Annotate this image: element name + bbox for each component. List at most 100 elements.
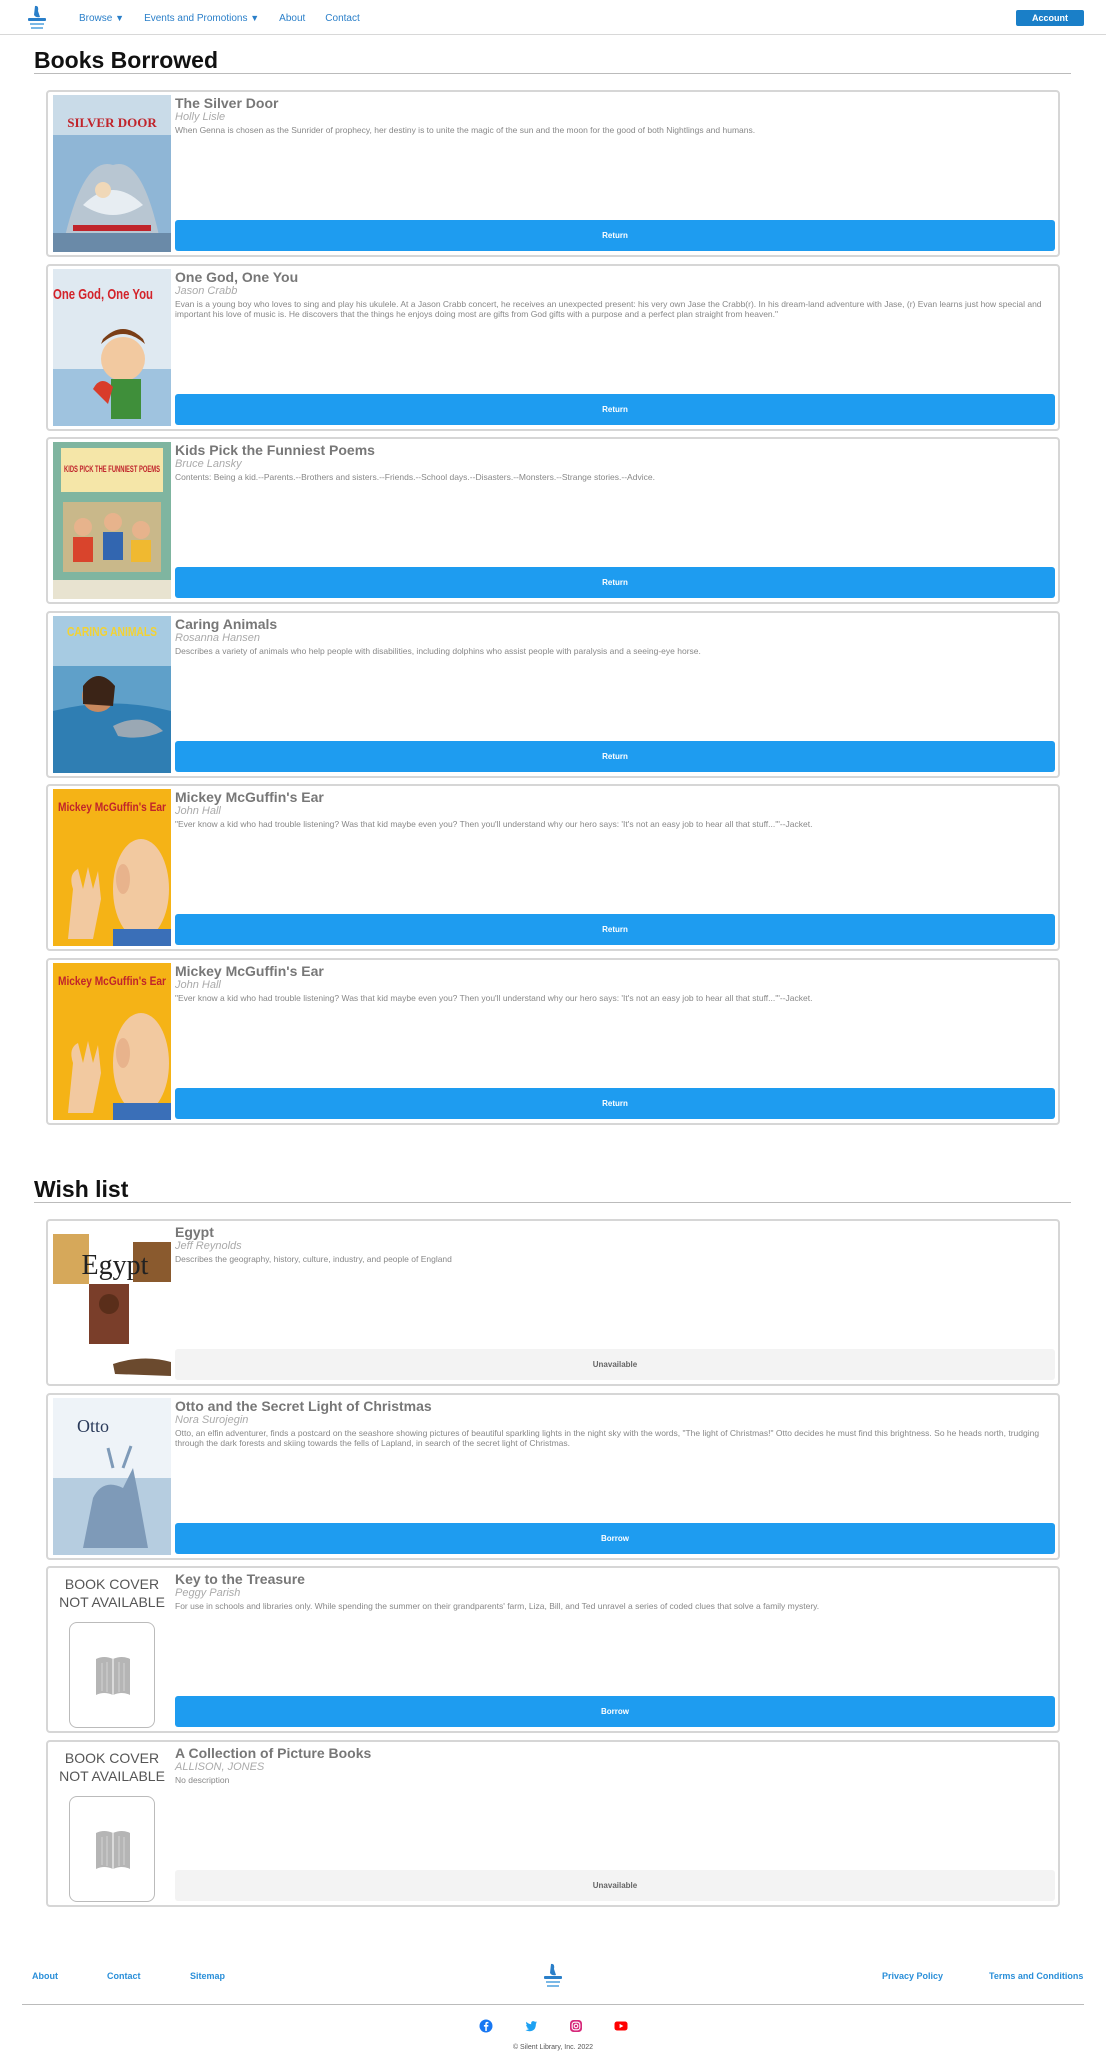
- book-description: Otto, an elfin adventurer, finds a postc…: [175, 1428, 1040, 1448]
- chevron-down-icon: ▼: [250, 13, 260, 23]
- cover-title-text: One God, One You: [53, 286, 153, 303]
- book-icon: [96, 1831, 130, 1869]
- cover-title-text: Otto: [77, 1416, 109, 1436]
- top-nav: Browse ▼ Events and Promotions ▼ About C…: [0, 0, 1106, 35]
- nav-about[interactable]: About: [279, 13, 305, 24]
- footer-sitemap-link[interactable]: Sitemap: [190, 1971, 225, 1981]
- book-title[interactable]: A Collection of Picture Books: [175, 1745, 1055, 1761]
- facebook-icon[interactable]: [479, 2019, 493, 2033]
- book-title[interactable]: Mickey McGuffin's Ear: [175, 789, 1055, 805]
- account-button[interactable]: Account: [1016, 10, 1084, 26]
- return-button[interactable]: Return: [175, 567, 1055, 598]
- borrowed-title: Books Borrowed: [34, 47, 219, 73]
- wishlist-book-card: BOOK COVER NOT AVAILABLE A Collection of…: [46, 1740, 1060, 1907]
- book-author: John Hall: [175, 805, 221, 817]
- book-title[interactable]: Key to the Treasure: [175, 1571, 1055, 1587]
- nav-events[interactable]: Events and Promotions ▼: [144, 13, 259, 24]
- logo-icon[interactable]: [540, 1962, 566, 1990]
- youtube-icon[interactable]: [614, 2019, 628, 2033]
- twitter-icon[interactable]: [524, 2019, 538, 2033]
- book-cover: Otto: [53, 1398, 171, 1555]
- nav-browse[interactable]: Browse ▼: [79, 13, 124, 24]
- borrow-button[interactable]: Borrow: [175, 1523, 1055, 1554]
- borrow-button[interactable]: Borrow: [175, 1696, 1055, 1727]
- book-title[interactable]: The Silver Door: [175, 95, 1055, 111]
- borrowed-book-card: KIDS PICK THE FUNNIEST POEMS Kids Pick t…: [46, 437, 1060, 604]
- return-button[interactable]: Return: [175, 914, 1055, 945]
- nav-contact[interactable]: Contact: [325, 13, 359, 24]
- nav-events-label: Events and Promotions: [144, 13, 248, 24]
- book-title[interactable]: Egypt: [175, 1224, 1055, 1240]
- footer-divider: [22, 2004, 1084, 2005]
- book-author: Jeff Reynolds: [175, 1240, 242, 1252]
- book-description: Describes a variety of animals who help …: [175, 646, 701, 656]
- cover-title-text: Mickey McGuffin's Ear: [58, 974, 166, 988]
- cover-title-text: CARING ANIMALS: [67, 624, 157, 639]
- book-cover: KIDS PICK THE FUNNIEST POEMS: [53, 442, 171, 599]
- wishlist-divider: [34, 1202, 1071, 1203]
- book-title[interactable]: Otto and the Secret Light of Christmas: [175, 1398, 1055, 1414]
- cover-title-text: KIDS PICK THE FUNNIEST POEMS: [64, 464, 160, 474]
- book-title[interactable]: Caring Animals: [175, 616, 1055, 632]
- chevron-down-icon: ▼: [115, 13, 125, 23]
- book-description: When Genna is chosen as the Sunrider of …: [175, 125, 756, 135]
- borrowed-book-card: SILVER DOOR The Silver Door Holly Lisle …: [46, 90, 1060, 257]
- book-author: John Hall: [175, 979, 221, 991]
- wishlist-book-card: Otto Otto and the Secret Light of Christ…: [46, 1393, 1060, 1560]
- book-title[interactable]: Mickey McGuffin's Ear: [175, 963, 1055, 979]
- book-author: Nora Surojegin: [175, 1414, 249, 1426]
- cover-not-available-text: BOOK COVER NOT AVAILABLE: [59, 1750, 165, 1784]
- book-description: "Ever know a kid who had trouble listeni…: [175, 819, 813, 829]
- book-title[interactable]: Kids Pick the Funniest Poems: [175, 442, 1055, 458]
- book-cover: Mickey McGuffin's Ear: [53, 789, 171, 946]
- nav-browse-label: Browse: [79, 13, 113, 24]
- instagram-icon[interactable]: [569, 2019, 583, 2033]
- book-author: Rosanna Hansen: [175, 632, 261, 644]
- wishlist-title: Wish list: [34, 1176, 129, 1202]
- unavailable-button[interactable]: Unavailable: [175, 1349, 1055, 1380]
- return-button[interactable]: Return: [175, 220, 1055, 251]
- book-cover: CARING ANIMALS: [53, 616, 171, 773]
- unavailable-button[interactable]: Unavailable: [175, 1870, 1055, 1901]
- wishlist-book-card: Egypt Egypt Jeff Reynolds Describes the …: [46, 1219, 1060, 1386]
- book-cover: Egypt: [53, 1224, 171, 1381]
- book-author: Holly Lisle: [175, 111, 226, 123]
- book-cover: SILVER DOOR: [53, 95, 171, 252]
- footer-about-link[interactable]: About: [32, 1971, 58, 1981]
- book-description: Contents: Being a kid.--Parents.--Brothe…: [175, 472, 655, 482]
- book-cover-placeholder: BOOK COVER NOT AVAILABLE: [53, 1745, 171, 1902]
- book-author: Bruce Lansky: [175, 458, 242, 470]
- footer-terms-link[interactable]: Terms and Conditions: [989, 1971, 1083, 1981]
- book-description: No description: [175, 1775, 230, 1785]
- book-author: ALLISON, JONES: [175, 1761, 265, 1773]
- borrowed-book-card: One God, One You One God, One You Jason …: [46, 264, 1060, 431]
- borrowed-divider: [34, 73, 1071, 74]
- wishlist-book-card: BOOK COVER NOT AVAILABLE Key to the Trea…: [46, 1566, 1060, 1733]
- book-cover-placeholder: BOOK COVER NOT AVAILABLE: [53, 1571, 171, 1728]
- return-button[interactable]: Return: [175, 1088, 1055, 1119]
- footer-privacy-link[interactable]: Privacy Policy: [882, 1971, 943, 1981]
- book-cover: Mickey McGuffin's Ear: [53, 963, 171, 1120]
- cover-title-text: Mickey McGuffin's Ear: [58, 800, 166, 814]
- book-author: Jason Crabb: [175, 285, 238, 297]
- book-description: Describes the geography, history, cultur…: [175, 1254, 452, 1264]
- book-description: "Ever know a kid who had trouble listeni…: [175, 993, 813, 1003]
- book-icon: [96, 1657, 130, 1695]
- copyright-text: © Silent Library, Inc. 2022: [512, 2044, 594, 2051]
- footer-contact-link[interactable]: Contact: [107, 1971, 141, 1981]
- book-author: Peggy Parish: [175, 1587, 241, 1599]
- cover-title-text: Egypt: [82, 1250, 149, 1281]
- return-button[interactable]: Return: [175, 394, 1055, 425]
- book-description: Evan is a young boy who loves to sing an…: [175, 299, 1042, 319]
- borrowed-book-card: Mickey McGuffin's Ear Mickey McGuffin's …: [46, 958, 1060, 1125]
- book-cover: One God, One You: [53, 269, 171, 426]
- placeholder-frame: [69, 1796, 155, 1902]
- borrowed-book-card: CARING ANIMALS Caring Animals Rosanna Ha…: [46, 611, 1060, 778]
- borrowed-book-card: Mickey McGuffin's Ear Mickey McGuffin's …: [46, 784, 1060, 951]
- book-description: For use in schools and libraries only. W…: [175, 1601, 820, 1611]
- return-button[interactable]: Return: [175, 741, 1055, 772]
- logo-icon[interactable]: [23, 3, 51, 31]
- cover-not-available-text: BOOK COVER NOT AVAILABLE: [59, 1576, 165, 1610]
- book-title[interactable]: One God, One You: [175, 269, 1055, 285]
- placeholder-frame: [69, 1622, 155, 1728]
